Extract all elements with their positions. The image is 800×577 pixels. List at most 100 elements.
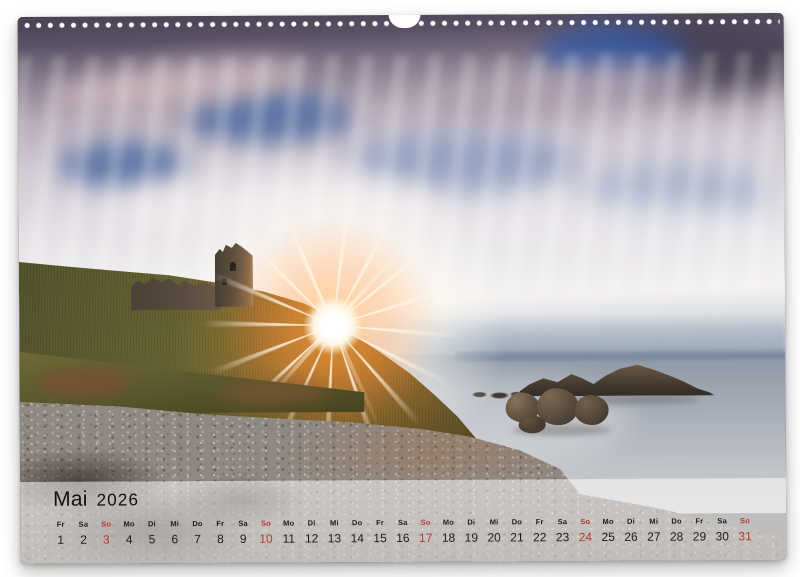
calendar-day: Di 26 xyxy=(620,517,643,544)
calendar-day-number: 24 xyxy=(574,530,597,544)
calendar-day-weekday: Mo xyxy=(277,519,300,528)
calendar-day-weekday: Mi xyxy=(642,517,665,526)
calendar-day: Sa 9 xyxy=(232,519,255,546)
calendar-day-number: 3 xyxy=(95,532,118,546)
calendar-day-number: 27 xyxy=(642,530,665,544)
calendar-day-number: 18 xyxy=(437,531,460,545)
calendar-day: Mi 6 xyxy=(163,519,186,546)
calendar-day: Mi 13 xyxy=(323,518,346,545)
calendar-day-number: 10 xyxy=(255,532,278,546)
calendar-day-weekday: Mo xyxy=(437,518,460,527)
photo-sun xyxy=(303,295,363,355)
calendar-day-weekday: Sa xyxy=(391,518,414,527)
calendar-day-weekday: Di xyxy=(620,517,643,526)
calendar-day: Do 21 xyxy=(505,517,528,544)
calendar-day-weekday: Fr xyxy=(688,516,711,525)
calendar-day-number: 13 xyxy=(323,531,346,545)
calendar-title: Mai 2026 xyxy=(53,487,139,511)
calendar-day: Mo 4 xyxy=(118,519,141,546)
calendar-day: Sa 30 xyxy=(711,516,734,543)
photo-boulder xyxy=(575,395,609,425)
calendar-page: Mai2026 Fr1Sa2So3Mo4Di5Mi6Do7Fr8Sa9So10M… xyxy=(18,13,787,564)
calendar-day-weekday: Fr xyxy=(209,519,232,528)
calendar-day-number: 29 xyxy=(688,529,711,543)
calendar-day-number: 23 xyxy=(551,530,574,544)
calendar-day-weekday: Do xyxy=(505,517,528,526)
calendar-day-weekday: Fr xyxy=(528,517,551,526)
calendar-day: Mi 20 xyxy=(483,517,506,544)
calendar-day-weekday: Mi xyxy=(483,517,506,526)
calendar-day: Mi 27 xyxy=(642,517,665,544)
calendar-day-number: 5 xyxy=(141,532,164,546)
calendar-day-weekday: Sa xyxy=(551,517,574,526)
calendar-day-weekday: Sa xyxy=(711,516,734,525)
calendar-day-weekday: Do xyxy=(186,519,209,528)
calendar-day-number: 19 xyxy=(460,531,483,545)
calendar-day-number: 1 xyxy=(49,533,72,547)
calendar-day-number: 14 xyxy=(346,531,369,545)
calendar-month: Mai xyxy=(53,488,88,511)
calendar-day-number: 17 xyxy=(414,531,437,545)
calendar-day: Sa 16 xyxy=(391,518,414,545)
calendar-day-number: 31 xyxy=(734,529,757,543)
calendar-day: So 31 xyxy=(734,516,757,543)
calendar-days: Fr1Sa2So3Mo4Di5Mi6Do7Fr8Sa9So10Mo11Di12M… xyxy=(49,516,756,547)
calendar-day-number: 25 xyxy=(597,530,620,544)
calendar-day-number: 2 xyxy=(72,533,95,547)
calendar-year: 2026 xyxy=(97,490,140,509)
calendar-day-weekday: So xyxy=(574,517,597,526)
calendar-day: Fr 22 xyxy=(528,517,551,544)
calendar-day: So 10 xyxy=(255,519,278,546)
calendar-day-weekday: Di xyxy=(140,519,163,528)
calendar-strip: Mai2026 Fr1Sa2So3Mo4Di5Mi6Do7Fr8Sa9So10M… xyxy=(20,478,786,564)
calendar-day: Sa 23 xyxy=(551,517,574,544)
calendar-day-number: 26 xyxy=(620,530,643,544)
calendar-day-number: 4 xyxy=(118,532,141,546)
calendar-day: Di 19 xyxy=(460,518,483,545)
calendar-day: Di 12 xyxy=(300,518,323,545)
calendar-day: Fr 1 xyxy=(49,520,72,547)
calendar-day-weekday: Mo xyxy=(118,519,141,528)
calendar-day: Do 7 xyxy=(186,519,209,546)
calendar-day-weekday: Fr xyxy=(49,520,72,529)
calendar-day-number: 12 xyxy=(300,531,323,545)
calendar-day-number: 22 xyxy=(528,530,551,544)
calendar-day: Do 14 xyxy=(346,518,369,545)
calendar-day-weekday: So xyxy=(95,519,118,528)
calendar-day: Sa 2 xyxy=(72,520,95,547)
calendar-day: So 17 xyxy=(414,518,437,545)
calendar-day-number: 15 xyxy=(369,531,392,545)
calendar-day-weekday: Mo xyxy=(597,517,620,526)
calendar-day-weekday: Do xyxy=(346,518,369,527)
calendar-day-weekday: Sa xyxy=(72,520,95,529)
calendar-day: So 24 xyxy=(574,517,597,544)
calendar-day: Fr 15 xyxy=(369,518,392,545)
calendar-day-number: 30 xyxy=(711,529,734,543)
calendar-day-number: 20 xyxy=(483,530,506,544)
calendar-day-weekday: Mi xyxy=(163,519,186,528)
calendar-day: So 3 xyxy=(95,519,118,546)
calendar-day-weekday: Di xyxy=(460,518,483,527)
calendar-day-number: 21 xyxy=(506,530,529,544)
calendar-day-weekday: Sa xyxy=(232,519,255,528)
calendar-day-weekday: Di xyxy=(300,518,323,527)
calendar-day-number: 16 xyxy=(391,531,414,545)
calendar-day: Mo 11 xyxy=(277,519,300,546)
calendar-day: Fr 29 xyxy=(688,516,711,543)
calendar-day-weekday: Mi xyxy=(323,518,346,527)
calendar-day-weekday: So xyxy=(734,516,757,525)
calendar-day-weekday: Fr xyxy=(369,518,392,527)
calendar-day-weekday: So xyxy=(255,519,278,528)
calendar-day-number: 28 xyxy=(665,530,688,544)
calendar-day: Fr 8 xyxy=(209,519,232,546)
calendar-day: Mo 25 xyxy=(597,517,620,544)
calendar-day: Do 28 xyxy=(665,517,688,544)
calendar-day: Di 5 xyxy=(140,519,163,546)
calendar-day-number: 8 xyxy=(209,532,232,546)
calendar-day-weekday: So xyxy=(414,518,437,527)
calendar-day-weekday: Do xyxy=(665,517,688,526)
calendar-day-number: 9 xyxy=(232,532,255,546)
calendar-day-number: 7 xyxy=(186,532,209,546)
calendar-day-number: 6 xyxy=(163,532,186,546)
calendar-day-number: 11 xyxy=(277,532,300,546)
